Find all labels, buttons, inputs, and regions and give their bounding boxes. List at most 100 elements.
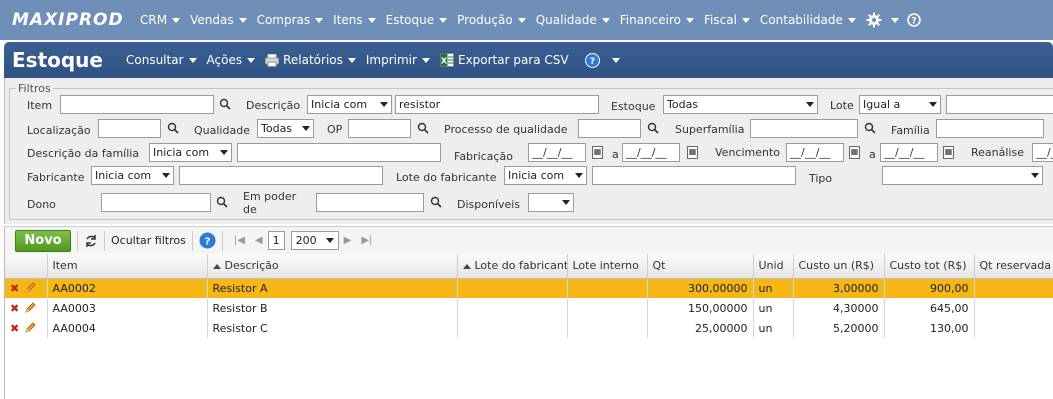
familia-field[interactable]: [936, 119, 1044, 138]
app-logo[interactable]: MAXIPROD: [12, 10, 140, 30]
edit-pencil-icon[interactable]: [24, 282, 36, 294]
descricao-field[interactable]: resistor: [395, 95, 599, 114]
menu-financeiro[interactable]: Financeiro: [620, 13, 695, 27]
cell-unid: un: [753, 298, 794, 318]
menu-itens[interactable]: Itens: [333, 13, 376, 27]
descricao-mode-value: Inicia com: [311, 98, 368, 111]
fabricante-field[interactable]: [179, 166, 383, 185]
menu-fiscal[interactable]: Fiscal: [704, 13, 750, 27]
search-icon[interactable]: [219, 98, 231, 110]
processo-field[interactable]: [578, 119, 641, 138]
cell-lote-interno: [567, 318, 648, 338]
menu-vendas[interactable]: Vendas: [190, 13, 247, 27]
printer-icon: [265, 53, 280, 67]
relatorios-menu[interactable]: Relatórios: [265, 53, 356, 67]
disponiveis-select[interactable]: [528, 193, 574, 212]
menu-estoque[interactable]: Estoque: [386, 13, 448, 27]
next-page-icon[interactable]: ▶: [344, 235, 352, 246]
search-icon[interactable]: [216, 196, 228, 208]
table-row[interactable]: ✖ AA0003 Resistor B 150,00000 un 4,30000…: [5, 298, 1053, 318]
header-descricao[interactable]: Descrição: [207, 254, 458, 279]
fabricacao-end-date[interactable]: __/__/__: [622, 143, 680, 162]
prev-page-icon[interactable]: ◀: [255, 235, 263, 246]
header-lote-fabricante[interactable]: Lote do fabricante: [457, 254, 568, 279]
empoder-field[interactable]: [316, 193, 424, 212]
page-size-value: 200: [295, 234, 317, 247]
gear-icon: [866, 12, 882, 28]
menu-contabilidade[interactable]: Contabilidade: [760, 13, 856, 27]
page-help-menu[interactable]: ?: [584, 52, 620, 68]
lote-label: Lote: [830, 99, 854, 112]
processo-label: Processo de qualidade: [444, 123, 568, 136]
menu-compras[interactable]: Compras: [257, 13, 324, 27]
estoque-select[interactable]: Todas: [663, 95, 818, 114]
help-icon[interactable]: ?: [199, 232, 216, 249]
table-row[interactable]: ✖ AA0002 Resistor A 300,00000 un 3,00000…: [5, 278, 1053, 298]
consultar-label: Consultar: [126, 53, 184, 67]
page-number-input[interactable]: 1: [267, 231, 285, 250]
lotefab-mode-select[interactable]: Inicia com: [504, 166, 587, 185]
refresh-icon[interactable]: [84, 234, 98, 248]
header-custo-un[interactable]: Custo un (R$): [793, 254, 885, 279]
cell-lote-interno: [567, 278, 648, 298]
delete-icon[interactable]: ✖: [10, 282, 19, 295]
vencimento-start-date[interactable]: __/__/__: [786, 143, 844, 162]
table-row[interactable]: ✖ AA0004 Resistor C 25,00000 un 5,20000 …: [5, 318, 1053, 338]
calendar-icon[interactable]: ▦: [849, 146, 860, 159]
search-icon[interactable]: [647, 122, 659, 134]
vencimento-end-date[interactable]: __/__/__: [880, 143, 938, 162]
search-icon[interactable]: [417, 122, 429, 134]
header-lote-interno[interactable]: Lote interno: [567, 254, 648, 279]
delete-icon[interactable]: ✖: [10, 322, 19, 335]
calendar-icon[interactable]: ▦: [943, 146, 954, 159]
fabricante-mode-select[interactable]: Inicia com: [91, 166, 174, 185]
novo-button[interactable]: Novo: [15, 229, 71, 252]
sort-asc-icon: [462, 263, 471, 269]
calendar-icon[interactable]: ▦: [687, 146, 698, 159]
delete-icon[interactable]: ✖: [10, 302, 19, 315]
page-size-select[interactable]: 200: [290, 231, 339, 250]
superfamilia-field[interactable]: [750, 119, 858, 138]
header-qt[interactable]: Qt: [647, 254, 754, 279]
header-item[interactable]: Item: [47, 254, 208, 279]
tipo-select[interactable]: [882, 166, 1043, 185]
header-unid[interactable]: Unid: [753, 254, 794, 279]
menu-qualidade[interactable]: Qualidade: [536, 13, 610, 27]
search-icon[interactable]: [430, 196, 442, 208]
cell-qt: 300,00000: [647, 278, 754, 298]
chevron-down-icon: [575, 173, 583, 178]
lote-mode-select[interactable]: Igual a: [859, 95, 941, 114]
header-qt-reservada[interactable]: Qt reservada: [974, 254, 1053, 279]
localizacao-field[interactable]: [98, 119, 161, 138]
descfamilia-field[interactable]: [237, 143, 441, 162]
exportar-csv-button[interactable]: X Exportar para CSV: [439, 53, 569, 67]
estoque-value: Todas: [667, 98, 699, 111]
ocultar-filtros-button[interactable]: Ocultar filtros: [111, 234, 186, 247]
settings-menu[interactable]: [866, 12, 899, 28]
item-field[interactable]: [60, 95, 214, 114]
dono-field[interactable]: [101, 193, 211, 212]
qualidade-select[interactable]: Todas: [257, 119, 314, 138]
descricao-mode-select[interactable]: Inicia com: [307, 95, 392, 114]
header-custo-tot[interactable]: Custo tot (R$): [884, 254, 975, 279]
fabricacao-start-date[interactable]: __/__/__: [528, 143, 586, 162]
calendar-icon[interactable]: ▦: [592, 146, 603, 159]
menu-producao[interactable]: Produção: [457, 13, 526, 27]
first-page-icon[interactable]: |◀: [234, 235, 245, 246]
help-button[interactable]: ?: [907, 13, 921, 27]
acoes-menu[interactable]: Ações: [207, 53, 256, 67]
edit-pencil-icon[interactable]: [24, 302, 36, 314]
toolbar-divider: [221, 230, 223, 251]
op-field[interactable]: [348, 119, 411, 138]
consultar-menu[interactable]: Consultar: [126, 53, 197, 67]
lote-field[interactable]: [946, 95, 1053, 114]
imprimir-menu[interactable]: Imprimir: [366, 53, 430, 67]
lotefab-field[interactable]: [592, 166, 796, 185]
menu-crm[interactable]: CRM: [140, 13, 181, 27]
search-icon[interactable]: [864, 122, 876, 134]
reanalise-start-date[interactable]: __/__/__: [1032, 143, 1053, 162]
last-page-icon[interactable]: ▶|: [361, 235, 372, 246]
edit-pencil-icon[interactable]: [24, 322, 36, 334]
descfamilia-mode-select[interactable]: Inicia com: [149, 143, 232, 162]
search-icon[interactable]: [167, 122, 179, 134]
